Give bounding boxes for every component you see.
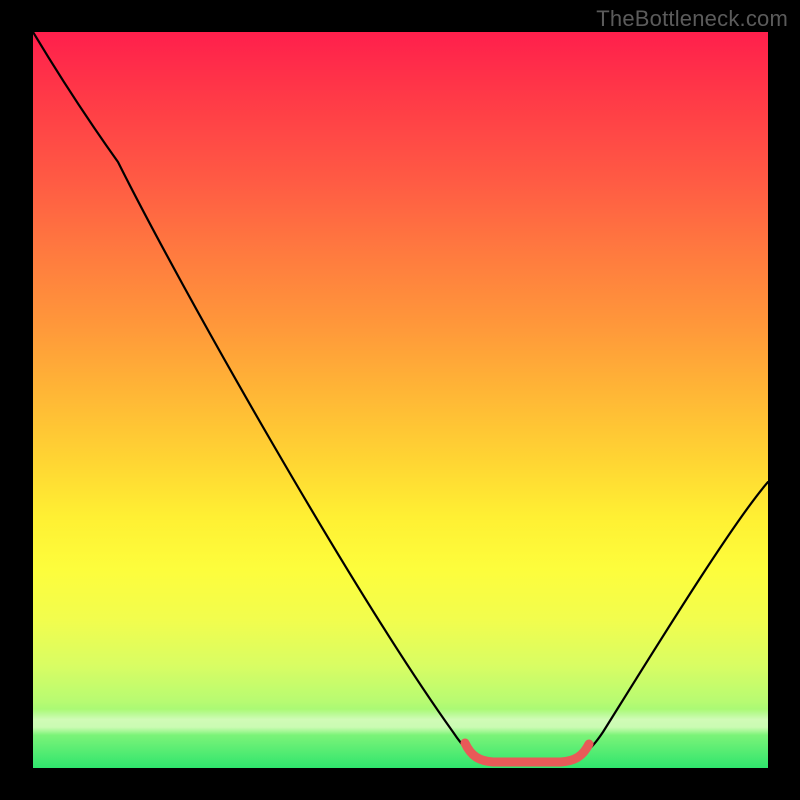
highlight-trough — [465, 743, 589, 762]
bottleneck-curve — [33, 32, 768, 759]
watermark-label: TheBottleneck.com — [596, 6, 788, 32]
curve-layer — [33, 32, 768, 768]
chart-container: TheBottleneck.com — [0, 0, 800, 800]
plot-area — [33, 32, 768, 768]
